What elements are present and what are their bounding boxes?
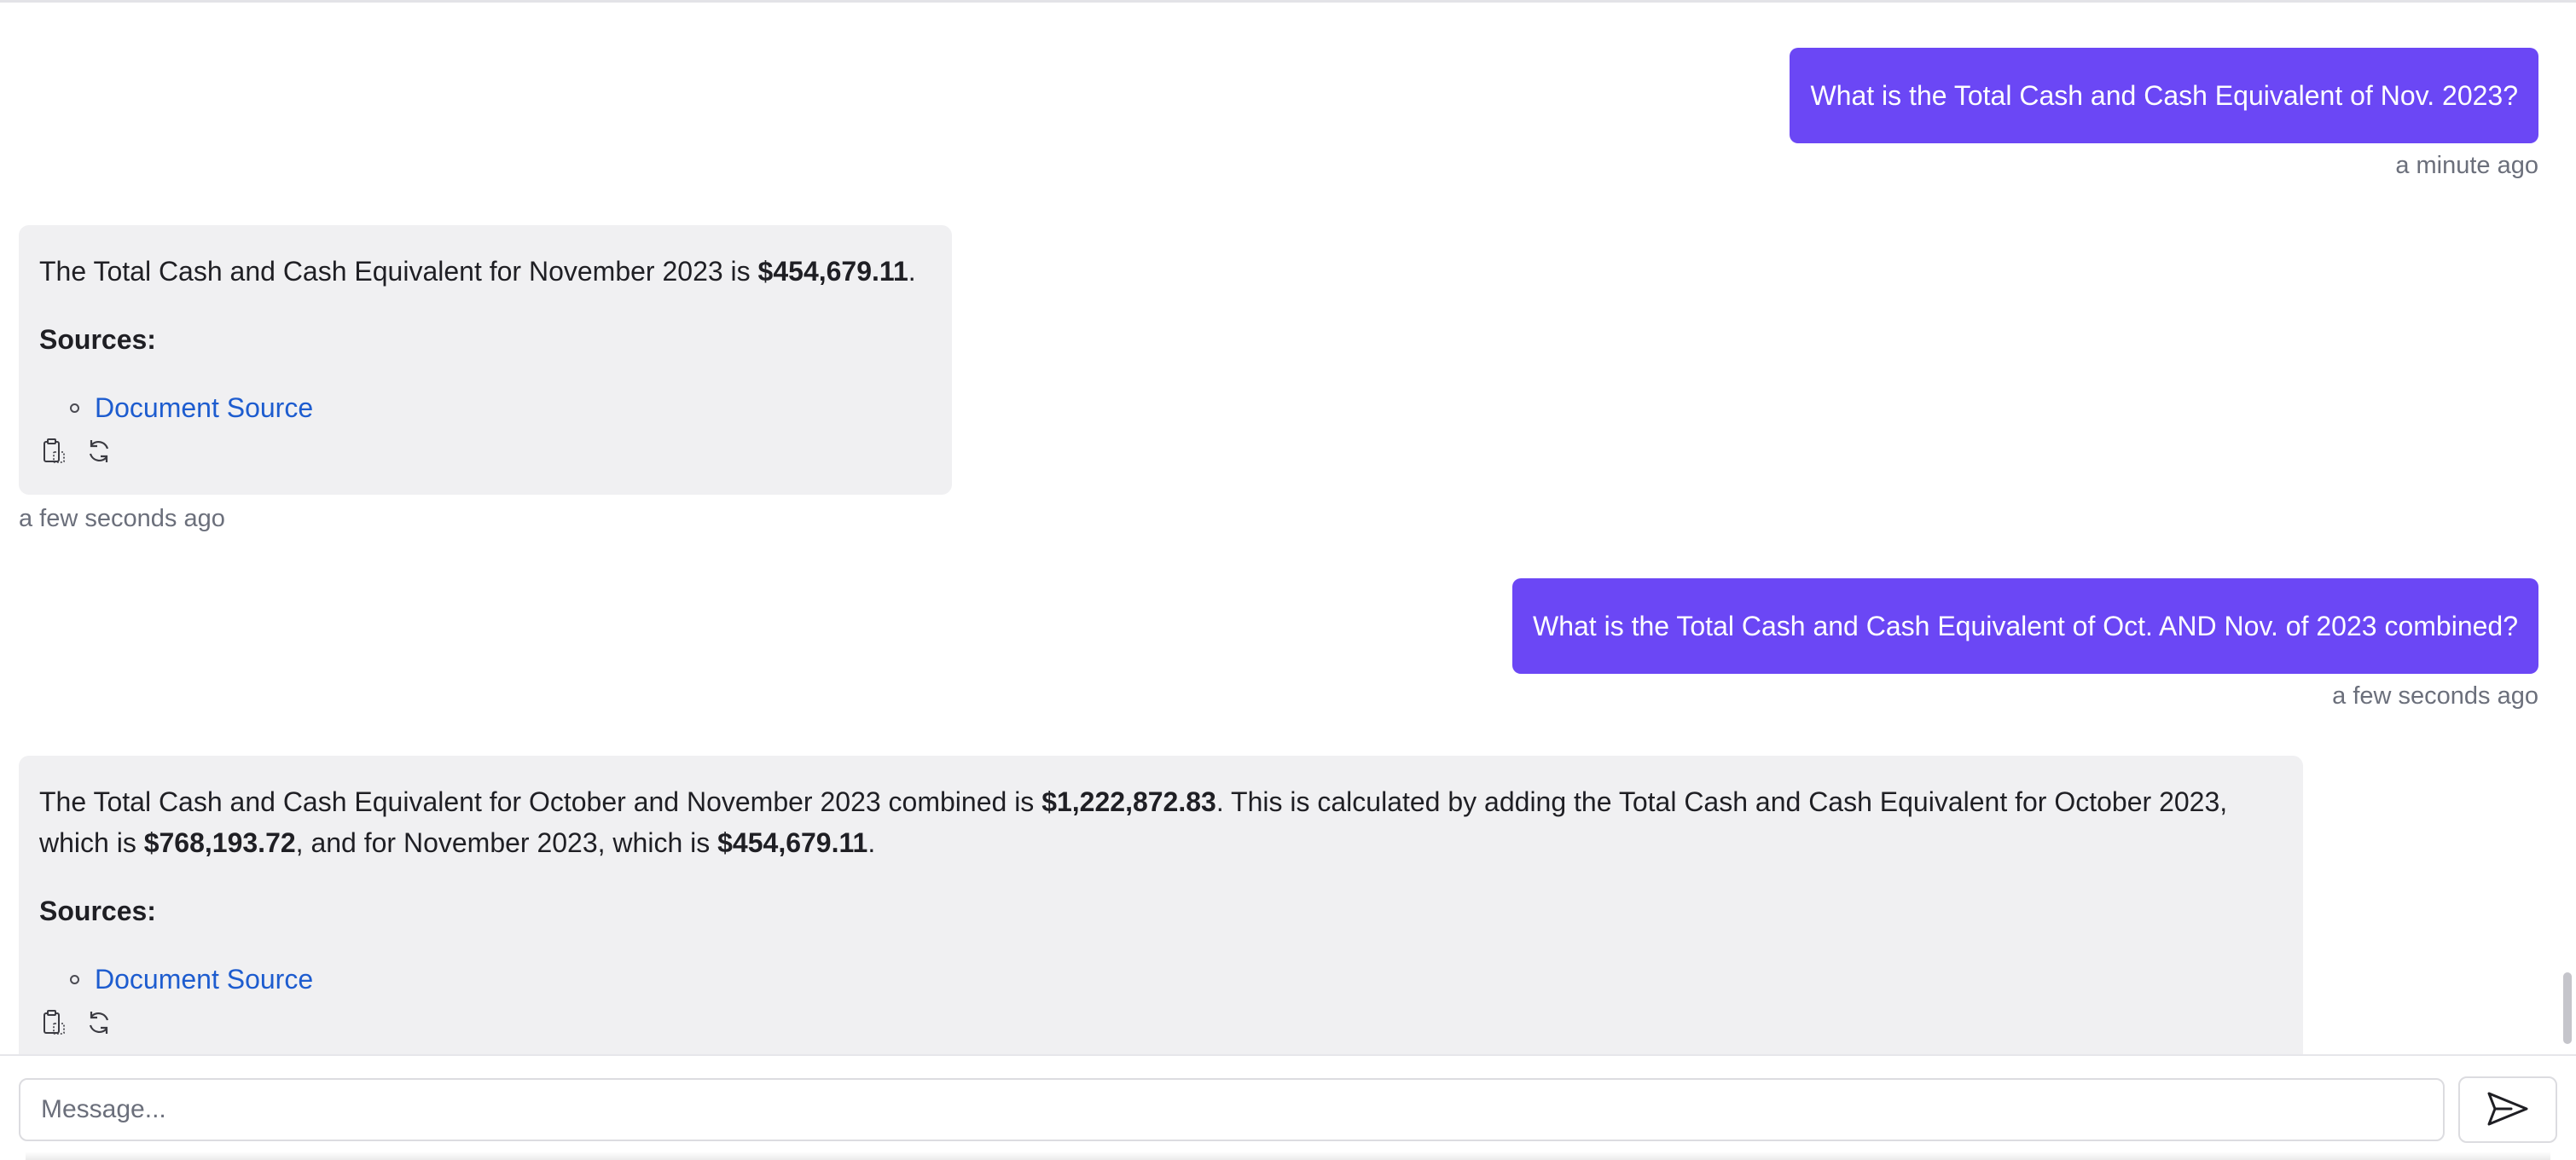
bullet-icon	[70, 974, 79, 984]
assistant-message: The Total Cash and Cash Equivalent for O…	[19, 756, 2303, 1054]
chat-history[interactable]: What is the Total Cash and Cash Equivale…	[0, 0, 2559, 1054]
assistant-answer: The Total Cash and Cash Equivalent for O…	[39, 786, 2228, 858]
refresh-icon[interactable]	[85, 1006, 113, 1034]
message-composer	[0, 1054, 2576, 1160]
clipboard-copy-icon[interactable]	[39, 1006, 67, 1035]
refresh-icon[interactable]	[85, 435, 113, 462]
scrollbar-thumb[interactable]	[2563, 972, 2572, 1044]
message-actions	[39, 435, 931, 483]
composer-shadow	[26, 1151, 2550, 1160]
send-icon	[2486, 1090, 2530, 1130]
bullet-icon	[70, 403, 79, 413]
message-actions	[39, 1006, 2283, 1054]
sources-list: Document Source	[39, 387, 931, 428]
user-message: What is the Total Cash and Cash Equivale…	[1790, 48, 2538, 143]
source-item: Document Source	[39, 387, 931, 428]
user-message: What is the Total Cash and Cash Equivale…	[1512, 578, 2538, 674]
answer-amount: $768,193.72	[143, 827, 296, 858]
answer-amount: $454,679.11	[717, 827, 868, 858]
assistant-message: The Total Cash and Cash Equivalent for N…	[19, 225, 952, 495]
send-button[interactable]	[2458, 1076, 2557, 1143]
user-message-text: What is the Total Cash and Cash Equivale…	[1810, 80, 2518, 111]
document-source-link[interactable]: Document Source	[95, 959, 313, 1000]
clipboard-copy-icon[interactable]	[39, 435, 67, 463]
chat-app: What is the Total Cash and Cash Equivale…	[0, 0, 2576, 1160]
message-timestamp: a few seconds ago	[19, 505, 225, 532]
answer-amount: $1,222,872.83	[1041, 786, 1216, 817]
message-input[interactable]	[19, 1078, 2445, 1141]
sources-list: Document Source	[39, 959, 2283, 1000]
chat-scrollbar[interactable]	[2559, 0, 2576, 1054]
user-message-text: What is the Total Cash and Cash Equivale…	[1533, 611, 2518, 641]
sources-heading: Sources:	[39, 896, 156, 926]
sources-heading: Sources:	[39, 324, 156, 355]
message-timestamp: a minute ago	[2395, 152, 2538, 179]
assistant-answer: The Total Cash and Cash Equivalent for N…	[39, 256, 916, 287]
source-item: Document Source	[39, 959, 2283, 1000]
document-source-link[interactable]: Document Source	[95, 387, 313, 428]
message-timestamp: a few seconds ago	[2332, 682, 2538, 710]
answer-amount: $454,679.11	[757, 256, 908, 287]
